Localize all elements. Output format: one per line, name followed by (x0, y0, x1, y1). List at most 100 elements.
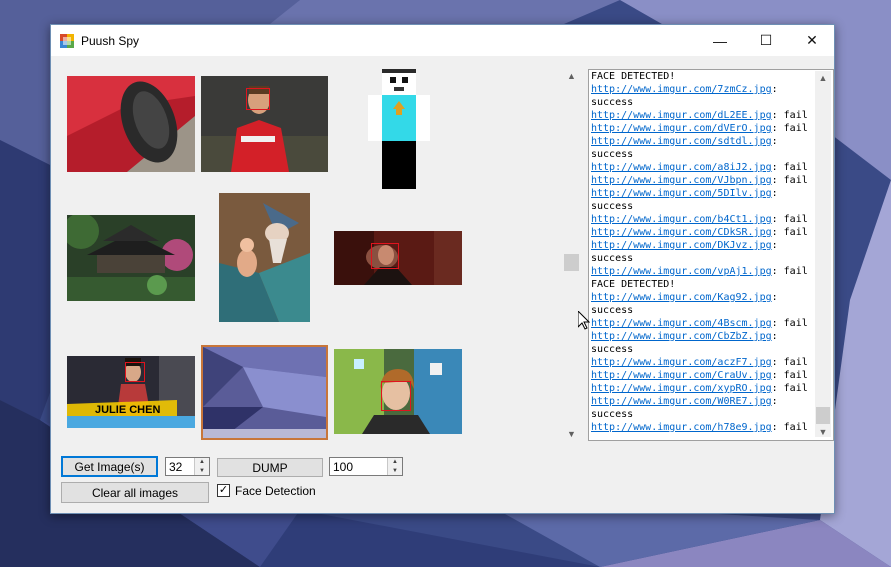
log-line: http://www.imgur.com/h78e9.jpg: fail (589, 421, 833, 434)
title-bar: Puush Spy — ☐ ✕ (51, 25, 834, 56)
log-line: http://www.imgur.com/vpAj1.jpg: fail (589, 265, 833, 278)
scroll-down-icon[interactable]: ▼ (815, 427, 831, 437)
image-panel-scrollbar[interactable]: ▲ ▼ (563, 69, 580, 441)
face-detection-box (125, 362, 145, 382)
face-detection-box (246, 88, 270, 110)
mouse-cursor-icon (578, 311, 590, 330)
log-link[interactable]: http://www.imgur.com/W0RE7.jpg (591, 396, 772, 407)
log-status: : fail (771, 370, 808, 381)
spin-down-icon[interactable]: ▼ (388, 467, 402, 476)
scroll-up-icon[interactable]: ▲ (815, 73, 831, 83)
log-line: http://www.imgur.com/4Bscm.jpg: fail (589, 317, 833, 330)
window-title: Puush Spy (81, 34, 140, 48)
log-link[interactable]: http://www.imgur.com/aczF7.jpg (591, 357, 772, 368)
close-button[interactable]: ✕ (789, 25, 835, 56)
get-images-button[interactable]: Get Image(s) (61, 456, 158, 477)
image-thumbnail[interactable] (201, 76, 328, 172)
scroll-thumb[interactable] (816, 407, 830, 424)
log-link[interactable]: http://www.imgur.com/CDkSR.jpg (591, 227, 772, 238)
log-line: success (591, 149, 634, 160)
log-status: : (771, 396, 778, 407)
log-status: : fail (771, 162, 808, 173)
face-detection-checkbox[interactable]: ✓ (217, 484, 230, 497)
image-thumbnail[interactable] (67, 215, 195, 301)
image-thumbnail[interactable]: JULIE CHEN (67, 356, 195, 428)
limit-value: 100 (333, 460, 354, 474)
log-link[interactable]: http://www.imgur.com/a8iJ2.jpg (591, 162, 772, 173)
image-thumbnail[interactable] (334, 231, 462, 285)
log-status: : fail (771, 123, 808, 134)
close-icon: ✕ (806, 32, 818, 48)
image-thumbnail[interactable] (67, 76, 195, 172)
log-status: : (771, 331, 778, 342)
log-link[interactable]: http://www.imgur.com/sdtdl.jpg (591, 136, 772, 147)
log-status: : fail (771, 383, 808, 394)
image-thumbnail-selected[interactable] (201, 345, 328, 440)
app-icon (60, 34, 74, 48)
log-link[interactable]: http://www.imgur.com/VJbpn.jpg (591, 175, 772, 186)
log-scrollbar[interactable]: ▲ ▼ (815, 71, 831, 437)
log-output[interactable]: FACE DETECTED! http://www.imgur.com/7zmCz… (588, 69, 834, 441)
log-link[interactable]: http://www.imgur.com/Kag92.jpg (591, 292, 772, 303)
log-status: : fail (771, 175, 808, 186)
log-status: : fail (771, 227, 808, 238)
log-link[interactable]: http://www.imgur.com/CraUv.jpg (591, 370, 772, 381)
count-value: 32 (169, 460, 183, 474)
log-status: : (771, 240, 778, 251)
log-line: http://www.imgur.com/5DIlv.jpg: (589, 187, 833, 200)
log-link[interactable]: http://www.imgur.com/vpAj1.jpg (591, 266, 772, 277)
log-line: http://www.imgur.com/sdtdl.jpg: (589, 135, 833, 148)
scroll-thumb[interactable] (564, 254, 579, 271)
log-status: : fail (771, 110, 808, 121)
tv-caption: JULIE CHEN (95, 404, 161, 416)
log-link[interactable]: http://www.imgur.com/5DIlv.jpg (591, 188, 772, 199)
log-line: FACE DETECTED! (591, 71, 676, 82)
scroll-up-icon[interactable]: ▲ (563, 71, 580, 81)
log-line: http://www.imgur.com/dVErO.jpg: fail (589, 122, 833, 135)
log-line: success (591, 409, 634, 420)
log-status: : (771, 84, 778, 95)
spin-up-icon[interactable]: ▲ (388, 458, 402, 467)
log-link[interactable]: http://www.imgur.com/xypRO.jpg (591, 383, 772, 394)
scroll-down-icon[interactable]: ▼ (563, 429, 580, 439)
limit-spin[interactable]: ▲ ▼ (387, 458, 402, 475)
log-status: : (771, 292, 778, 303)
image-thumbnail[interactable] (334, 349, 462, 434)
log-link[interactable]: http://www.imgur.com/CbZbZ.jpg (591, 331, 772, 342)
log-link[interactable]: http://www.imgur.com/b4Ct1.jpg (591, 214, 772, 225)
spin-down-icon[interactable]: ▼ (195, 467, 209, 476)
log-line: success (591, 253, 634, 264)
log-link[interactable]: http://www.imgur.com/dL2EE.jpg (591, 110, 772, 121)
log-line: http://www.imgur.com/CraUv.jpg: fail (589, 369, 833, 382)
log-status: : fail (771, 266, 808, 277)
log-status: : fail (771, 357, 808, 368)
log-status: : (771, 188, 778, 199)
minimize-icon: — (713, 32, 727, 49)
log-line: http://www.imgur.com/b4Ct1.jpg: fail (589, 213, 833, 226)
log-link[interactable]: http://www.imgur.com/dVErO.jpg (591, 123, 772, 134)
log-line: http://www.imgur.com/VJbpn.jpg: fail (589, 174, 833, 187)
maximize-button[interactable]: ☐ (743, 25, 789, 56)
dump-button[interactable]: DUMP (217, 458, 323, 477)
image-thumbnail[interactable] (219, 193, 310, 322)
count-stepper[interactable]: 32 ▲ ▼ (165, 457, 210, 476)
count-spin[interactable]: ▲ ▼ (194, 458, 209, 475)
log-link[interactable]: http://www.imgur.com/DKJvz.jpg (591, 240, 772, 251)
log-status: : (771, 136, 778, 147)
log-link[interactable]: http://www.imgur.com/4Bscm.jpg (591, 318, 772, 329)
log-line: success (591, 305, 634, 316)
limit-stepper[interactable]: 100 ▲ ▼ (329, 457, 403, 476)
minimize-button[interactable]: — (697, 25, 743, 56)
log-line: http://www.imgur.com/dL2EE.jpg: fail (589, 109, 833, 122)
face-detection-box (371, 243, 399, 269)
log-line: success (591, 201, 634, 212)
image-thumbnail[interactable] (368, 69, 430, 189)
log-line: http://www.imgur.com/7zmCz.jpg: (589, 83, 833, 96)
log-lines: FACE DETECTED! http://www.imgur.com/7zmCz… (589, 70, 833, 434)
log-link[interactable]: http://www.imgur.com/7zmCz.jpg (591, 84, 772, 95)
log-line: http://www.imgur.com/aczF7.jpg: fail (589, 356, 833, 369)
log-link[interactable]: http://www.imgur.com/h78e9.jpg (591, 422, 772, 433)
clear-images-button[interactable]: Clear all images (61, 482, 209, 503)
log-line: http://www.imgur.com/a8iJ2.jpg: fail (589, 161, 833, 174)
spin-up-icon[interactable]: ▲ (195, 458, 209, 467)
